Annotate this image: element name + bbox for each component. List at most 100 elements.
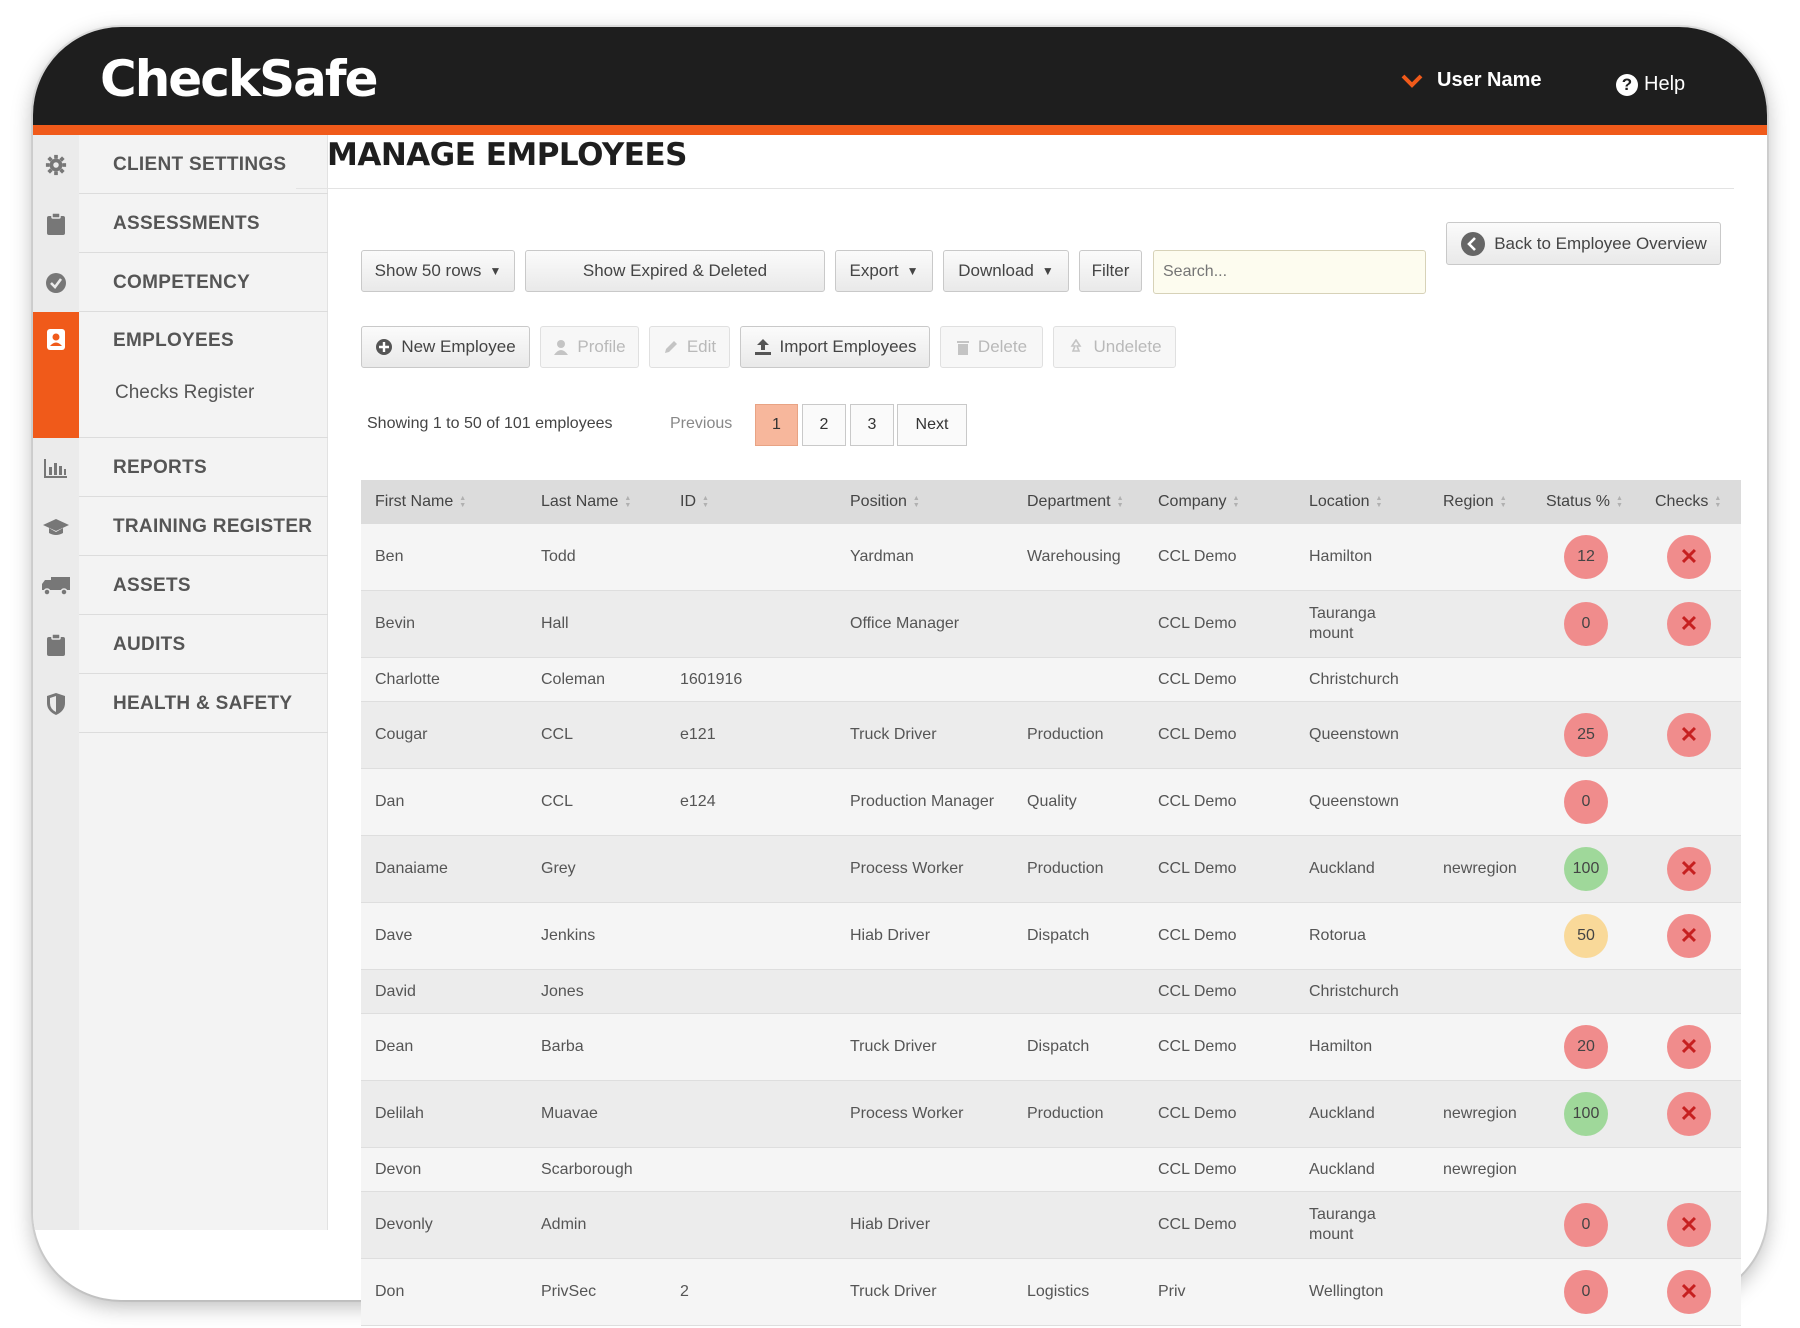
download-dropdown[interactable]: Download ▼: [943, 250, 1069, 292]
sidebar-item-audits[interactable]: AUDITS: [33, 615, 328, 674]
showing-count-text: Showing 1 to 50 of 101 employees: [367, 415, 613, 432]
column-header[interactable]: Checks ▲ ▼: [1655, 480, 1721, 524]
column-header[interactable]: ID ▲ ▼: [680, 480, 709, 524]
delete-button[interactable]: Delete: [940, 326, 1043, 368]
close-icon[interactable]: ✕: [1667, 602, 1711, 646]
table-row[interactable]: Danaiame Grey Process Worker Production CCL …: [361, 836, 1741, 903]
back-to-overview-button[interactable]: Back to Employee Overview: [1446, 222, 1721, 265]
checks-cell: ✕: [1667, 903, 1711, 969]
close-icon[interactable]: ✕: [1667, 1092, 1711, 1136]
filter-button[interactable]: Filter: [1079, 250, 1142, 292]
column-header[interactable]: First Name ▲ ▼: [375, 480, 466, 524]
first-name-cell: Ben: [375, 548, 404, 565]
checks-cell: ✕: [1667, 591, 1711, 657]
close-icon[interactable]: ✕: [1667, 1203, 1711, 1247]
first-name-cell: Bevin: [375, 615, 416, 632]
column-label: Region: [1443, 493, 1494, 510]
table-row[interactable]: Ben Todd Yardman Warehousing CCL Demo Hamilto…: [361, 524, 1741, 591]
help-link[interactable]: ? Help: [1616, 73, 1685, 96]
pagination-page-3[interactable]: 3: [850, 404, 894, 446]
pencil-icon: [664, 341, 677, 353]
status-badge: 50: [1564, 914, 1608, 958]
column-header[interactable]: Company ▲ ▼: [1158, 480, 1239, 524]
status-badge: 20: [1564, 1025, 1608, 1069]
table-row[interactable]: Dave Jenkins Hiab Driver Dispatch CCL Demo Ro…: [361, 903, 1741, 970]
column-header[interactable]: Last Name ▲ ▼: [541, 480, 631, 524]
sidebar-subitem-checks-register[interactable]: Checks Register: [115, 382, 254, 404]
edit-button[interactable]: Edit: [649, 326, 730, 368]
close-icon[interactable]: ✕: [1667, 847, 1711, 891]
table-row[interactable]: Dean Barba Truck Driver Dispatch CCL Demo Ham…: [361, 1014, 1741, 1081]
company-cell: CCL Demo: [1158, 548, 1237, 565]
status-badge: 0: [1564, 780, 1608, 824]
close-icon[interactable]: ✕: [1667, 713, 1711, 757]
close-icon[interactable]: ✕: [1667, 914, 1711, 958]
column-header[interactable]: Location ▲ ▼: [1309, 480, 1382, 524]
checks-cell: ✕: [1667, 836, 1711, 902]
table-row[interactable]: David Jones CCL Demo Christchurch: [361, 970, 1741, 1014]
table-row[interactable]: Delilah Muavae Process Worker Production CCL…: [361, 1081, 1741, 1148]
back-button-label: Back to Employee Overview: [1494, 233, 1707, 253]
close-icon[interactable]: ✕: [1667, 1270, 1711, 1314]
pagination-previous[interactable]: Previous: [670, 415, 732, 433]
table-row[interactable]: Devonly Admin Hiab Driver CCL Demo Tauranga …: [361, 1192, 1741, 1259]
status-badge: 100: [1564, 1092, 1608, 1136]
first-name-cell: David: [375, 982, 416, 1000]
table-row[interactable]: Charlotte Coleman 1601916 CCL Demo Christchu…: [361, 658, 1741, 702]
sort-icon: ▲ ▼: [702, 495, 709, 509]
column-header[interactable]: Region ▲ ▼: [1443, 480, 1507, 524]
pagination-next[interactable]: Next: [897, 404, 967, 446]
table-body: Ben Todd Yardman Warehousing CCL Demo Hamilto…: [361, 524, 1741, 1326]
sidebar-item-client-settings[interactable]: CLIENT SETTINGS: [33, 135, 328, 194]
plus-circle-icon: [376, 339, 393, 355]
sidebar-item-training-register[interactable]: TRAINING REGISTER: [33, 497, 328, 556]
column-label: Last Name: [541, 493, 619, 510]
sidebar-item-label: AUDITS: [113, 633, 186, 655]
position-cell: Yardman: [850, 548, 914, 565]
import-employees-button[interactable]: Import Employees: [740, 326, 930, 368]
location-cell: Rotorua: [1309, 927, 1366, 944]
table-row[interactable]: Cougar CCL e121 Truck Driver Production CCL D…: [361, 702, 1741, 769]
sidebar-item-reports[interactable]: REPORTS: [33, 438, 328, 497]
department-cell: Quality: [1027, 793, 1077, 810]
close-icon[interactable]: ✕: [1667, 535, 1711, 579]
search-input[interactable]: [1153, 250, 1426, 294]
location-cell: Tauranga mount: [1309, 605, 1376, 642]
column-header[interactable]: Department ▲ ▼: [1027, 480, 1124, 524]
region-cell: newregion: [1443, 1160, 1517, 1178]
sidebar-item-health-safety[interactable]: HEALTH & SAFETY: [33, 674, 328, 733]
sidebar-item-competency[interactable]: COMPETENCY: [33, 253, 328, 312]
table-row[interactable]: Bevin Hall Office Manager CCL Demo Tauranga …: [361, 591, 1741, 658]
logo-text: CheckSafe: [100, 50, 379, 108]
export-dropdown[interactable]: Export ▼: [835, 250, 933, 292]
checks-cell: ✕: [1667, 1259, 1711, 1325]
table-row[interactable]: Dan CCL e124 Production Manager Quality CCL D…: [361, 769, 1741, 836]
profile-button[interactable]: Profile: [540, 326, 639, 368]
sidebar-item-label: CLIENT SETTINGS: [113, 153, 287, 175]
last-name-cell: CCL: [541, 726, 574, 743]
status-cell: 0: [1564, 1259, 1608, 1325]
status-badge: 0: [1564, 1270, 1608, 1314]
show-rows-dropdown[interactable]: Show 50 rows ▼: [361, 250, 515, 292]
checks-cell: ✕: [1667, 1081, 1711, 1147]
sidebar-item-employees[interactable]: EMPLOYEES Checks Register: [33, 312, 328, 438]
column-header[interactable]: Position ▲ ▼: [850, 480, 920, 524]
pagination-page-2[interactable]: 2: [802, 404, 846, 446]
checksafe-logo[interactable]: CheckSafe: [100, 49, 379, 109]
pagination-page-1[interactable]: 1: [755, 404, 798, 446]
user-menu[interactable]: User Name: [1401, 69, 1542, 92]
table-row[interactable]: Devon Scarborough CCL Demo Auckland newregio…: [361, 1148, 1741, 1192]
first-name-cell: Devonly: [375, 1216, 433, 1233]
recycle-icon: [1070, 339, 1082, 352]
sidebar-item-assessments[interactable]: ASSESSMENTS: [33, 194, 328, 253]
new-employee-button[interactable]: New Employee: [361, 326, 530, 368]
checks-cell: ✕: [1667, 524, 1711, 590]
show-expired-deleted-button[interactable]: Show Expired & Deleted: [525, 250, 825, 292]
column-header[interactable]: Status % ▲ ▼: [1546, 480, 1623, 524]
close-icon[interactable]: ✕: [1667, 1025, 1711, 1069]
undelete-button[interactable]: Undelete: [1053, 326, 1176, 368]
last-name-cell: Admin: [541, 1216, 587, 1233]
position-cell: Process Worker: [850, 1105, 964, 1122]
table-row[interactable]: Don PrivSec 2 Truck Driver Logistics Priv Well…: [361, 1259, 1741, 1326]
sidebar-item-assets[interactable]: ASSETS: [33, 556, 328, 615]
